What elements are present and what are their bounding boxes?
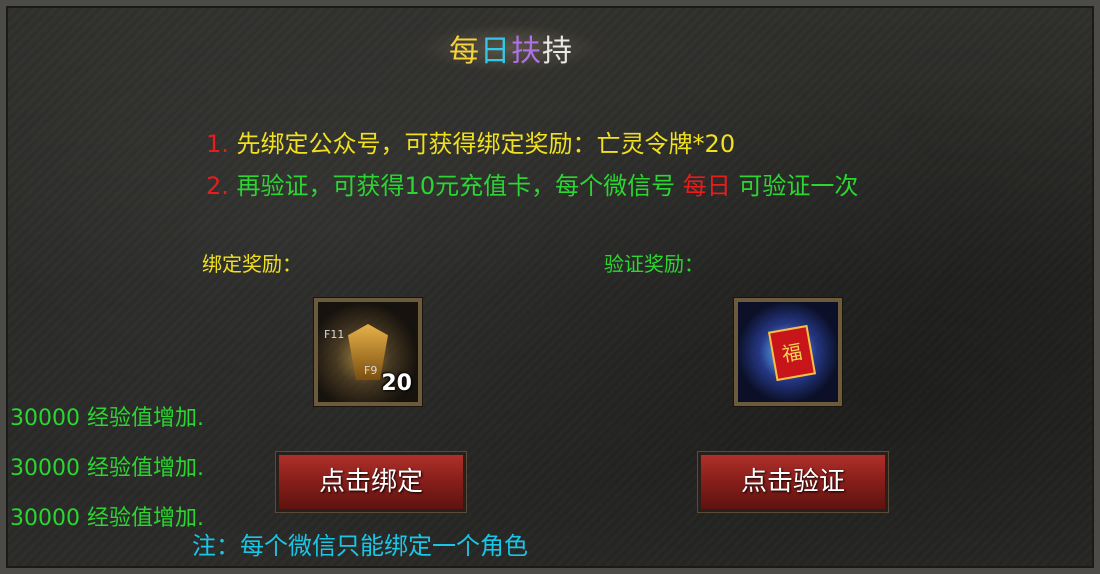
note-line-1: 1. 先绑定公众号，可获得绑定奖励：亡灵令牌*20 [206, 124, 735, 159]
verify-reward-item-slot[interactable]: 福 [733, 297, 843, 407]
exp-message: 30000 经验值增加. [10, 406, 204, 431]
note-text-2b: 可验证一次 [738, 172, 859, 200]
title-char-3: 扶 [511, 34, 542, 69]
exp-message: 30000 经验值增加. [10, 456, 204, 481]
verify-reward-label: 验证奖励： [604, 252, 704, 276]
verify-button[interactable]: 点击验证 [697, 451, 889, 513]
note-number-2: 2. [206, 172, 229, 200]
note-text-1: 先绑定公众号，可获得绑定奖励：亡灵令牌*20 [236, 130, 736, 158]
hotkey-label-f9: F9 [364, 364, 378, 377]
exp-message: 30000 经验值增加. [10, 506, 204, 531]
bind-reward-item-slot[interactable]: F11 F9 20 [313, 297, 423, 407]
title-banner: 每 日 扶 持 [406, 20, 616, 76]
hotkey-label-f11: F11 [324, 328, 345, 341]
item-count: 20 [381, 371, 412, 396]
title-char-1: 每 [449, 34, 480, 69]
bind-button[interactable]: 点击绑定 [275, 451, 467, 513]
note-highlight-daily: 每日 [682, 172, 731, 200]
title-char-2: 日 [480, 34, 511, 69]
note-number-1: 1. [206, 130, 229, 158]
note-text-2a: 再验证，可获得10元充值卡，每个微信号 [236, 172, 676, 200]
red-envelope-card-icon: 福 [767, 324, 817, 382]
title-char-4: 持 [542, 34, 573, 69]
footer-note: 注：每个微信只能绑定一个角色 [192, 532, 528, 560]
daily-support-panel: 每 日 扶 持 1. 先绑定公众号，可获得绑定奖励：亡灵令牌*20 2. 再验证… [0, 0, 1100, 574]
panel-title: 每 日 扶 持 [406, 26, 616, 70]
note-line-2: 2. 再验证，可获得10元充值卡，每个微信号 每日 可验证一次 [206, 166, 858, 201]
bind-reward-label: 绑定奖励： [202, 252, 302, 276]
